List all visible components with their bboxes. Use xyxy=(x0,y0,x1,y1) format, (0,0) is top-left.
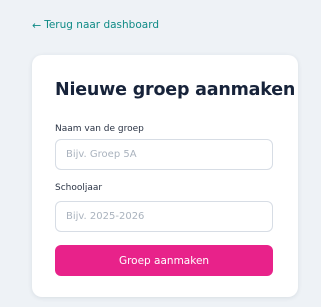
form-title: Nieuwe groep aanmaken xyxy=(55,80,296,100)
school-year-input[interactable] xyxy=(55,201,273,232)
group-name-label: Naam van de groep xyxy=(55,124,144,134)
back-link-label: Terug naar dashboard xyxy=(44,19,160,31)
back-to-dashboard-link[interactable]: ← Terug naar dashboard xyxy=(32,19,159,31)
create-group-card: Nieuwe groep aanmaken Naam van de groep … xyxy=(32,55,298,297)
group-name-input[interactable] xyxy=(55,139,273,170)
create-group-button[interactable]: Groep aanmaken xyxy=(55,245,273,276)
arrow-left-icon: ← xyxy=(32,18,42,32)
school-year-label: Schooljaar xyxy=(55,183,103,193)
